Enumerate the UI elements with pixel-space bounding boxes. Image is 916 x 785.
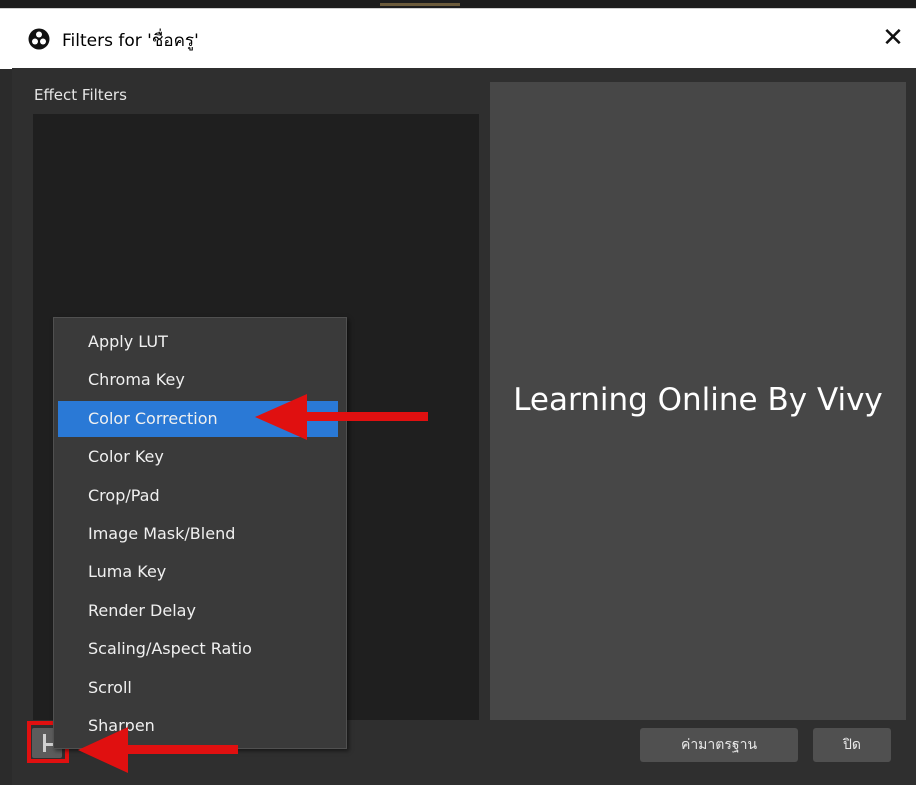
obs-logo-icon: [28, 28, 50, 50]
source-preview: Learning Online By Vivy: [490, 82, 906, 720]
title-bar: Filters for 'ชื่อครู' ✕: [0, 8, 916, 69]
close-window-button[interactable]: ✕: [870, 9, 916, 69]
annotation-arrow-add: [78, 727, 238, 773]
window-title: Filters for 'ชื่อครู': [62, 31, 199, 51]
menu-item[interactable]: Render Delay: [58, 593, 338, 629]
preview-text: Learning Online By Vivy: [513, 382, 883, 418]
defaults-button[interactable]: ค่ามาตรฐาน: [640, 728, 798, 762]
background-strip: [0, 0, 916, 8]
menu-item[interactable]: Crop/Pad: [58, 478, 338, 514]
menu-item[interactable]: Luma Key: [58, 554, 338, 590]
menu-item[interactable]: Color Key: [58, 439, 338, 475]
menu-item[interactable]: Apply LUT: [58, 324, 338, 360]
menu-item[interactable]: Scroll: [58, 670, 338, 706]
effect-filters-label: Effect Filters: [34, 86, 127, 104]
menu-item[interactable]: Image Mask/Blend: [58, 516, 338, 552]
annotation-arrow-menu: [255, 394, 428, 440]
add-filter-menu: Apply LUT Chroma Key Color Correction Color…: [53, 317, 347, 749]
menu-item[interactable]: Scaling/Aspect Ratio: [58, 631, 338, 667]
close-button[interactable]: ปิด: [813, 728, 891, 762]
background-strip-detail: [380, 3, 460, 6]
